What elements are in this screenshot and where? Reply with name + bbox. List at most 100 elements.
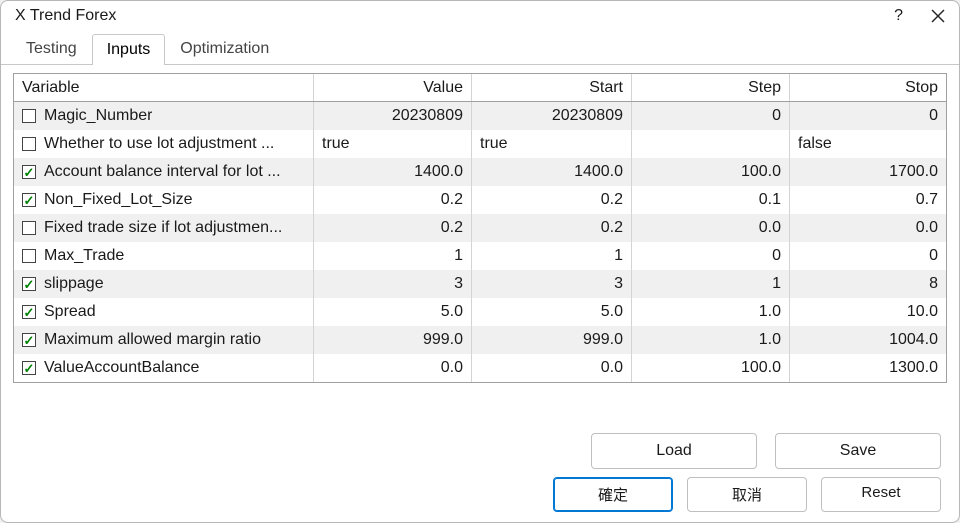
variable-label: ValueAccountBalance — [44, 359, 199, 377]
col-start-cell[interactable]: 0.2 — [472, 214, 632, 242]
col-start-cell[interactable]: 999.0 — [472, 326, 632, 354]
col-value-cell[interactable]: 1 — [314, 242, 472, 270]
col-start-cell[interactable]: 1400.0 — [472, 158, 632, 186]
col-step-cell[interactable]: 0 — [632, 102, 790, 130]
row-checkbox[interactable] — [22, 109, 36, 123]
titlebar-controls: ? — [894, 8, 945, 24]
col-value-cell[interactable]: 0.2 — [314, 186, 472, 214]
variable-cell[interactable]: ValueAccountBalance — [14, 354, 314, 382]
table-row[interactable]: Maximum allowed margin ratio999.0999.01.… — [14, 326, 946, 354]
col-step-cell[interactable] — [632, 130, 790, 158]
col-start-cell[interactable]: 0.0 — [472, 354, 632, 382]
tab-testing[interactable]: Testing — [11, 33, 92, 64]
header-variable[interactable]: Variable — [14, 74, 314, 101]
col-stop-cell[interactable]: 1300.0 — [790, 354, 946, 382]
window-title: X Trend Forex — [15, 7, 116, 25]
col-value-cell[interactable]: 3 — [314, 270, 472, 298]
col-start-cell[interactable]: 1 — [472, 242, 632, 270]
row-checkbox[interactable] — [22, 137, 36, 151]
variable-cell[interactable]: slippage — [14, 270, 314, 298]
col-stop-cell[interactable]: 10.0 — [790, 298, 946, 326]
variable-cell[interactable]: Fixed trade size if lot adjustmen... — [14, 214, 314, 242]
row-checkbox[interactable] — [22, 305, 36, 319]
col-step-cell[interactable]: 100.0 — [632, 354, 790, 382]
dialog-window: X Trend Forex ? Testing Inputs Optimizat… — [0, 0, 960, 523]
tab-inputs[interactable]: Inputs — [92, 34, 166, 65]
row-checkbox[interactable] — [22, 361, 36, 375]
col-start-cell[interactable]: true — [472, 130, 632, 158]
inputs-panel: Variable Value Start Step Stop Magic_Num… — [1, 65, 959, 423]
table-row[interactable]: Whether to use lot adjustment ...truetru… — [14, 130, 946, 158]
variable-cell[interactable]: Spread — [14, 298, 314, 326]
col-stop-cell[interactable]: 0 — [790, 242, 946, 270]
col-stop-cell[interactable]: 0.0 — [790, 214, 946, 242]
table-row[interactable]: Fixed trade size if lot adjustmen...0.20… — [14, 214, 946, 242]
variable-cell[interactable]: Account balance interval for lot ... — [14, 158, 314, 186]
dialog-buttons: 確定 取消 Reset — [1, 471, 959, 522]
variable-label: Max_Trade — [44, 247, 124, 265]
col-value-cell[interactable]: true — [314, 130, 472, 158]
col-stop-cell[interactable]: false — [790, 130, 946, 158]
load-button[interactable]: Load — [591, 433, 757, 469]
col-stop-cell[interactable]: 1004.0 — [790, 326, 946, 354]
col-step-cell[interactable]: 0.1 — [632, 186, 790, 214]
col-stop-cell[interactable]: 1700.0 — [790, 158, 946, 186]
col-step-cell[interactable]: 100.0 — [632, 158, 790, 186]
row-checkbox[interactable] — [22, 333, 36, 347]
header-stop[interactable]: Stop — [790, 74, 946, 101]
col-value-cell[interactable]: 5.0 — [314, 298, 472, 326]
save-button[interactable]: Save — [775, 433, 941, 469]
col-step-cell[interactable]: 0.0 — [632, 214, 790, 242]
col-start-cell[interactable]: 0.2 — [472, 186, 632, 214]
col-step-cell[interactable]: 1 — [632, 270, 790, 298]
header-value[interactable]: Value — [314, 74, 472, 101]
ok-button[interactable]: 確定 — [553, 477, 673, 512]
col-step-cell[interactable]: 0 — [632, 242, 790, 270]
row-checkbox[interactable] — [22, 277, 36, 291]
table-row[interactable]: Magic_Number202308092023080900 — [14, 102, 946, 130]
col-step-cell[interactable]: 1.0 — [632, 326, 790, 354]
col-value-cell[interactable]: 1400.0 — [314, 158, 472, 186]
variable-cell[interactable]: Whether to use lot adjustment ... — [14, 130, 314, 158]
col-start-cell[interactable]: 20230809 — [472, 102, 632, 130]
variable-label: Maximum allowed margin ratio — [44, 331, 261, 349]
tab-bar: Testing Inputs Optimization — [1, 29, 959, 65]
col-step-cell[interactable]: 1.0 — [632, 298, 790, 326]
variable-cell[interactable]: Max_Trade — [14, 242, 314, 270]
table-row[interactable]: Spread5.05.01.010.0 — [14, 298, 946, 326]
row-checkbox[interactable] — [22, 249, 36, 263]
table-row[interactable]: ValueAccountBalance0.00.0100.01300.0 — [14, 354, 946, 382]
panel-buttons: Load Save — [1, 423, 959, 471]
table-row[interactable]: Account balance interval for lot ... 1400… — [14, 158, 946, 186]
tab-optimization[interactable]: Optimization — [165, 33, 284, 64]
cancel-button[interactable]: 取消 — [687, 477, 807, 512]
row-checkbox[interactable] — [22, 221, 36, 235]
variable-label: Spread — [44, 303, 96, 321]
col-stop-cell[interactable]: 8 — [790, 270, 946, 298]
col-value-cell[interactable]: 20230809 — [314, 102, 472, 130]
reset-button[interactable]: Reset — [821, 477, 941, 512]
inputs-grid: Variable Value Start Step Stop Magic_Num… — [13, 73, 947, 383]
col-value-cell[interactable]: 999.0 — [314, 326, 472, 354]
close-icon[interactable] — [931, 9, 945, 23]
variable-cell[interactable]: Maximum allowed margin ratio — [14, 326, 314, 354]
help-icon[interactable]: ? — [894, 8, 903, 24]
row-checkbox[interactable] — [22, 165, 36, 179]
variable-cell[interactable]: Non_Fixed_Lot_Size — [14, 186, 314, 214]
header-step[interactable]: Step — [632, 74, 790, 101]
variable-label: Magic_Number — [44, 107, 152, 125]
col-value-cell[interactable]: 0.2 — [314, 214, 472, 242]
table-row[interactable]: slippage3318 — [14, 270, 946, 298]
variable-label: Account balance interval for lot ... — [44, 163, 281, 181]
table-row[interactable]: Non_Fixed_Lot_Size0.20.20.10.7 — [14, 186, 946, 214]
variable-cell[interactable]: Magic_Number — [14, 102, 314, 130]
col-start-cell[interactable]: 3 — [472, 270, 632, 298]
table-row[interactable]: Max_Trade1100 — [14, 242, 946, 270]
col-stop-cell[interactable]: 0 — [790, 102, 946, 130]
col-value-cell[interactable]: 0.0 — [314, 354, 472, 382]
col-stop-cell[interactable]: 0.7 — [790, 186, 946, 214]
col-start-cell[interactable]: 5.0 — [472, 298, 632, 326]
row-checkbox[interactable] — [22, 193, 36, 207]
variable-label: slippage — [44, 275, 104, 293]
header-start[interactable]: Start — [472, 74, 632, 101]
